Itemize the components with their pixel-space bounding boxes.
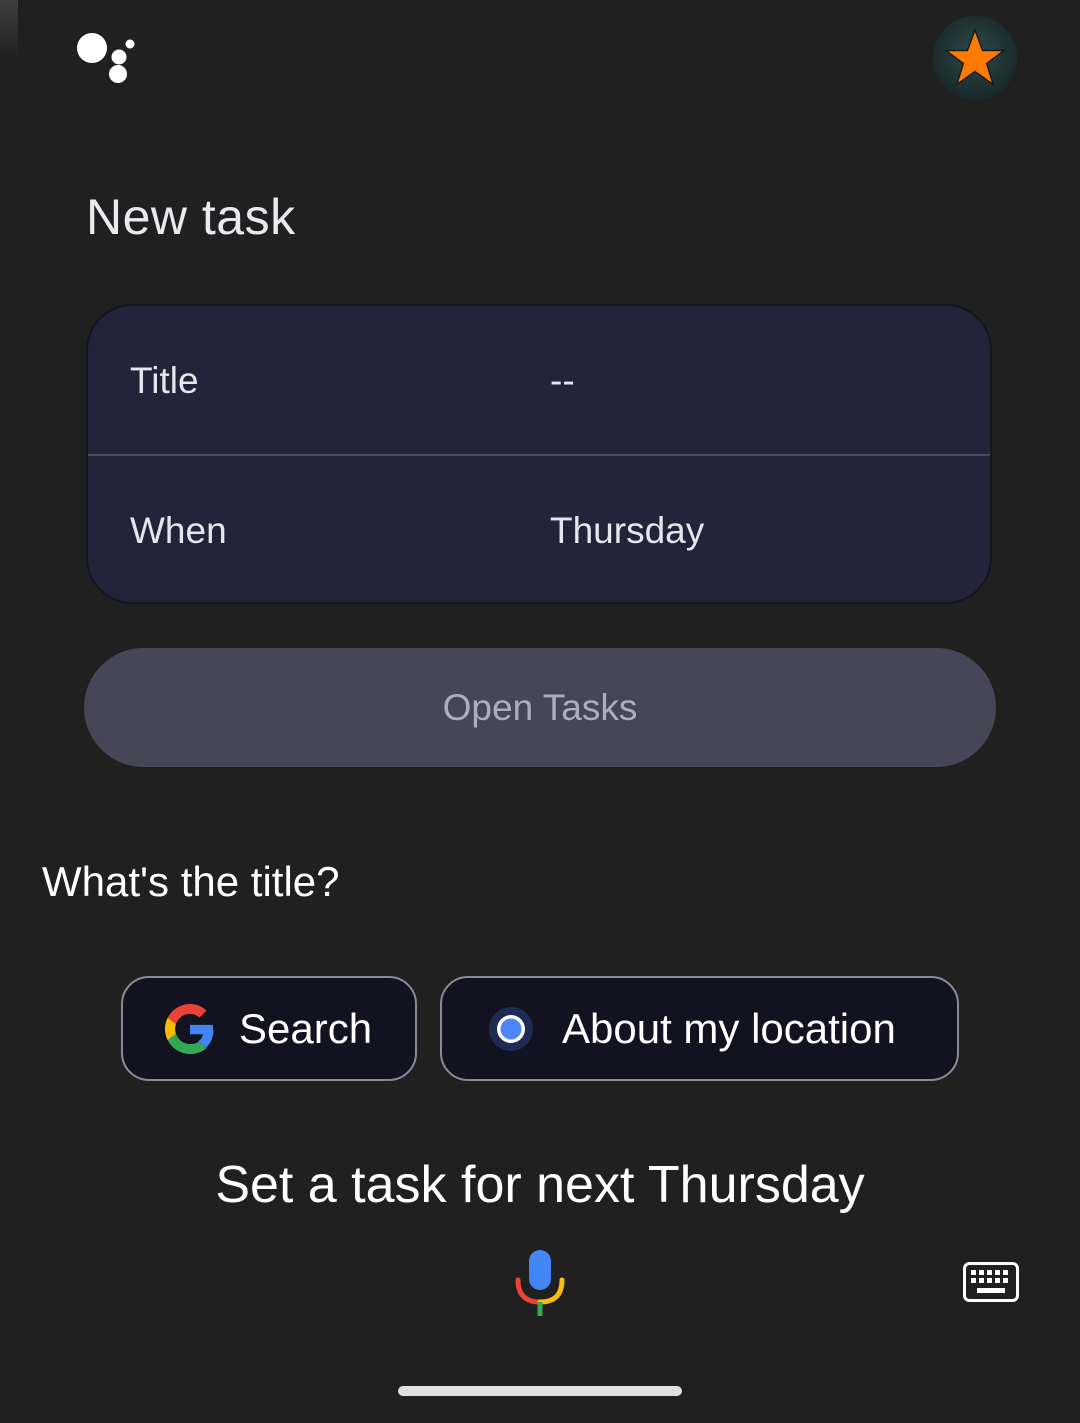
- wallpaper-edge: [0, 0, 18, 60]
- title-row[interactable]: Title --: [88, 306, 990, 456]
- location-chip-label: About my location: [562, 1004, 896, 1052]
- keyboard-icon[interactable]: [963, 1262, 1019, 1302]
- avatar[interactable]: [933, 16, 1017, 100]
- google-assistant-icon[interactable]: [76, 32, 136, 86]
- assistant-sheet: New task Title -- When Thursday Open Tas…: [0, 0, 1080, 1423]
- mic-icon[interactable]: [514, 1250, 566, 1318]
- page-title: New task: [86, 189, 296, 245]
- google-g-icon: [165, 1003, 215, 1054]
- assistant-prompt: What's the title?: [42, 858, 340, 905]
- when-row[interactable]: When Thursday: [88, 456, 990, 602]
- home-indicator[interactable]: [398, 1386, 682, 1396]
- title-label: Title: [130, 360, 199, 401]
- location-dot-icon: [486, 1004, 536, 1054]
- title-value: --: [550, 360, 575, 401]
- star-avatar-icon: [943, 27, 1007, 87]
- search-chip[interactable]: Search: [121, 976, 417, 1081]
- about-my-location-chip[interactable]: About my location: [440, 976, 959, 1081]
- when-label: When: [130, 510, 227, 551]
- open-tasks-button[interactable]: Open Tasks: [84, 648, 996, 767]
- task-details-card: Title -- When Thursday: [86, 304, 992, 604]
- search-chip-label: Search: [239, 1004, 373, 1052]
- spoken-query: Set a task for next Thursday: [215, 1156, 865, 1214]
- when-value: Thursday: [550, 510, 705, 551]
